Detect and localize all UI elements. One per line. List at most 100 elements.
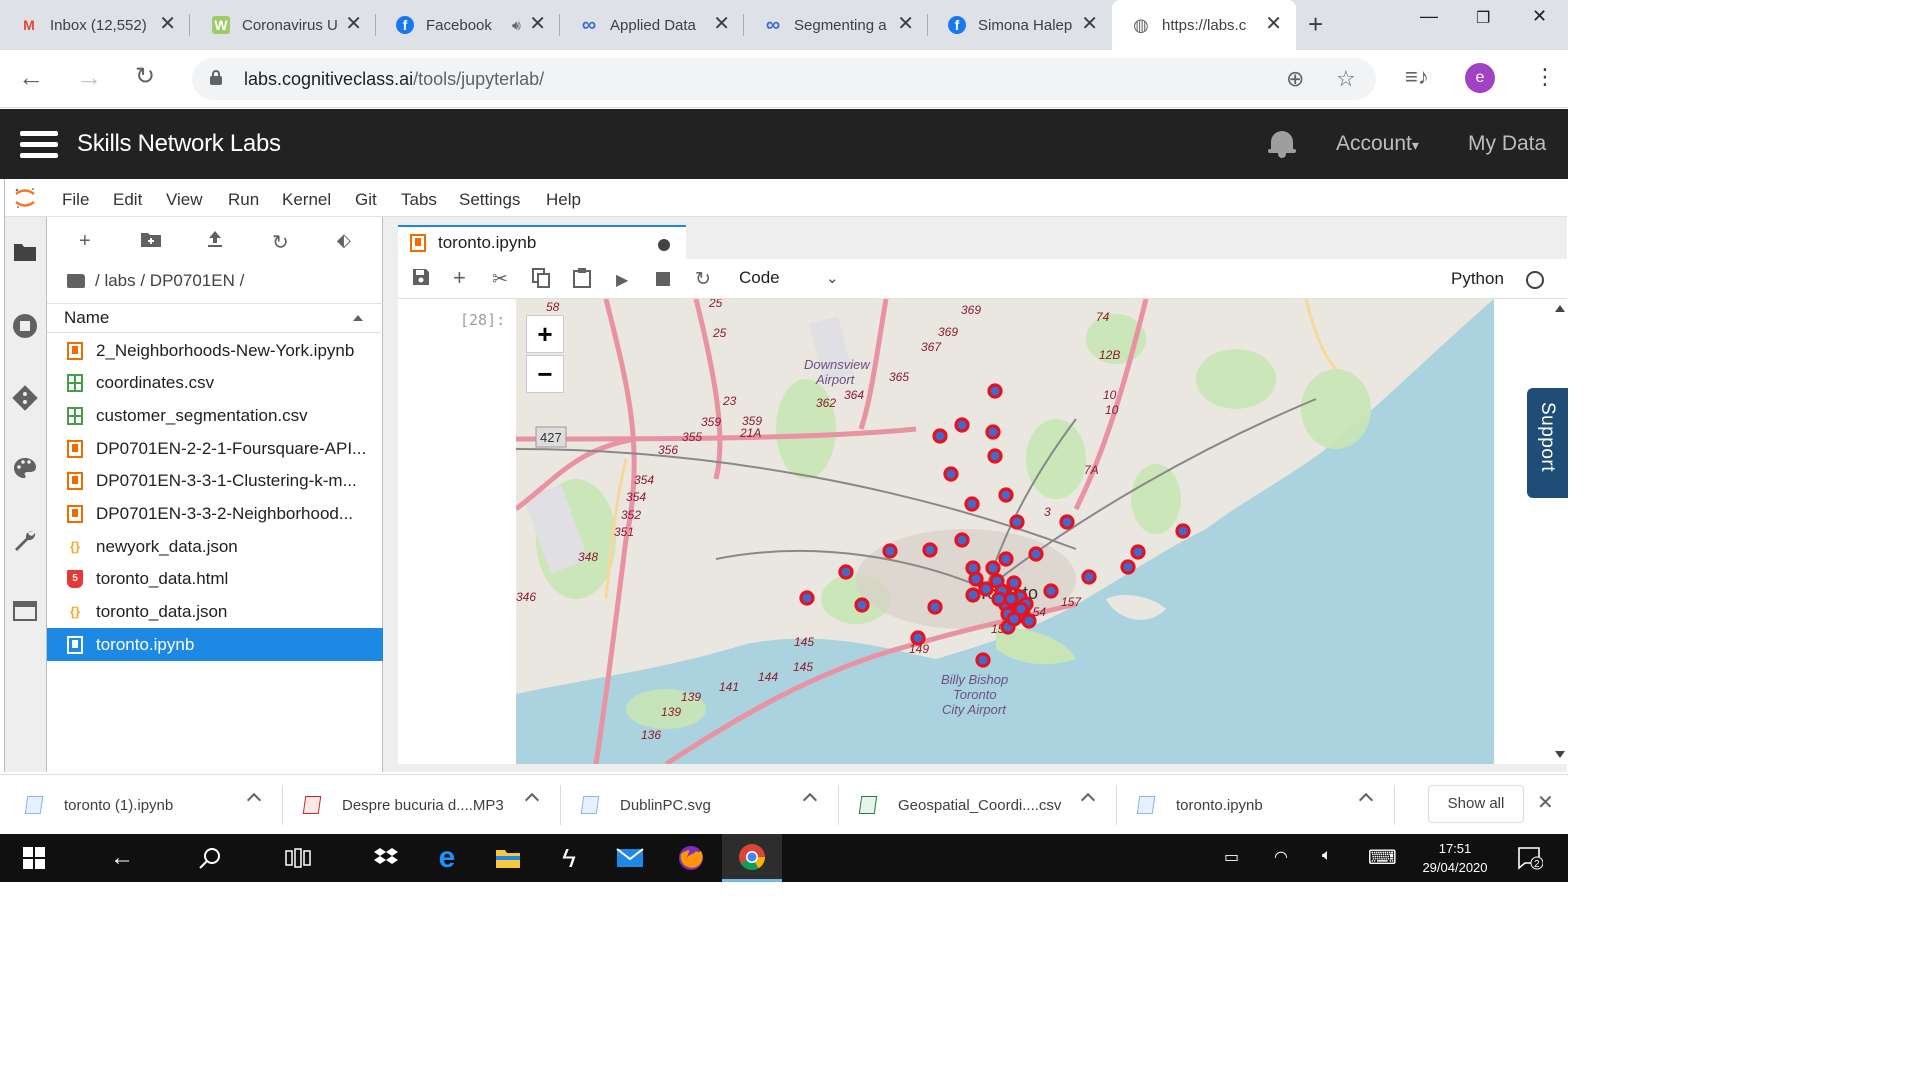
palette-icon[interactable]	[12, 457, 38, 483]
neighborhood-marker[interactable]	[882, 543, 898, 559]
chevron-up-icon[interactable]	[524, 792, 540, 808]
neighborhood-marker[interactable]	[968, 571, 984, 587]
run-cell-icon[interactable]: ▶	[616, 270, 628, 290]
show-all-downloads-button[interactable]: Show all	[1428, 785, 1524, 823]
close-shelf-icon[interactable]: ✕	[1537, 790, 1554, 815]
menu-view[interactable]: View	[166, 190, 203, 210]
new-launcher-icon[interactable]: +	[79, 230, 91, 253]
profile-avatar[interactable]: e	[1465, 63, 1495, 93]
paste-icon[interactable]	[573, 268, 591, 294]
neighborhood-marker[interactable]	[838, 564, 854, 580]
menu-kernel[interactable]: Kernel	[282, 190, 331, 210]
restart-kernel-icon[interactable]: ↻	[695, 268, 711, 291]
scroll-down-icon[interactable]	[1555, 751, 1565, 758]
neighborhood-marker[interactable]	[978, 581, 994, 597]
breadcrumb-path[interactable]: / labs / DP0701EN /	[95, 271, 244, 291]
file-row[interactable]: {} newyork_data.json	[47, 530, 383, 563]
chrome-taskbar-icon[interactable]	[722, 834, 782, 882]
notebook-scrollbar[interactable]	[1551, 299, 1567, 764]
close-tab-icon[interactable]: ✕	[713, 14, 730, 34]
chevron-down-icon[interactable]: ⌄	[826, 269, 839, 287]
zoom-icon[interactable]: ⊕	[1286, 66, 1304, 92]
my-data-link[interactable]: My Data	[1468, 132, 1546, 156]
chevron-up-icon[interactable]	[246, 792, 262, 808]
neighborhood-marker[interactable]	[922, 542, 938, 558]
neighborhood-marker[interactable]	[1059, 514, 1075, 530]
neighborhood-marker[interactable]	[1175, 523, 1191, 539]
download-item[interactable]: Despre bucuria d....MP3	[302, 775, 561, 835]
back-icon[interactable]: ←	[18, 62, 44, 92]
unsaved-indicator-icon[interactable]	[658, 239, 670, 251]
neighborhood-marker[interactable]	[954, 417, 970, 433]
neighborhood-marker[interactable]	[943, 466, 959, 482]
neighborhood-marker[interactable]	[1043, 583, 1059, 599]
speaker-icon[interactable]: 🔊︎	[512, 17, 521, 34]
firefox-icon[interactable]	[661, 834, 721, 882]
site-title[interactable]: Skills Network Labs	[77, 130, 281, 158]
neighborhood-marker[interactable]	[1006, 611, 1022, 627]
neighborhood-marker[interactable]	[1028, 546, 1044, 562]
neighborhood-marker[interactable]	[987, 383, 1003, 399]
chrome-menu-icon[interactable]: ⋮	[1534, 64, 1556, 90]
close-tab-icon[interactable]: ✕	[1081, 14, 1098, 34]
task-view-icon[interactable]	[268, 834, 328, 882]
neighborhood-marker[interactable]	[1009, 514, 1025, 530]
scroll-up-icon[interactable]	[1555, 305, 1565, 312]
close-tab-icon[interactable]: ✕	[345, 14, 362, 34]
restore-icon[interactable]: ❐	[1476, 8, 1490, 28]
account-menu[interactable]: Account▾	[1336, 132, 1419, 156]
browser-tab-segmenting[interactable]: ∞ Segmenting a ✕	[744, 0, 928, 50]
file-row[interactable]: coordinates.csv	[47, 367, 383, 400]
folder-icon[interactable]	[12, 241, 38, 267]
new-tab-button[interactable]: +	[1308, 10, 1323, 38]
tabs-icon[interactable]	[12, 601, 38, 627]
chevron-up-icon[interactable]	[1358, 792, 1374, 808]
file-row[interactable]: toronto.ipynb	[47, 628, 383, 662]
neighborhood-marker[interactable]	[799, 590, 815, 606]
neighborhood-marker[interactable]	[991, 591, 1007, 607]
upload-icon[interactable]	[207, 230, 223, 254]
close-window-icon[interactable]: ✕	[1532, 6, 1547, 27]
volume-icon[interactable]: 🔈︎	[1322, 847, 1332, 865]
app-bolt-icon[interactable]: ϟ	[539, 834, 599, 882]
edge-browser-icon[interactable]: e	[417, 834, 477, 882]
browser-tab-simona-halep[interactable]: f Simona Halep ✕	[928, 0, 1112, 50]
sort-ascending-icon[interactable]	[353, 315, 363, 321]
file-row[interactable]: 5 toronto_data.html	[47, 563, 383, 596]
download-item[interactable]: toronto (1).ipynb	[24, 775, 283, 835]
cut-icon[interactable]: ✂	[492, 268, 508, 291]
download-item[interactable]: toronto.ipynb	[1136, 775, 1395, 835]
zoom-out-button[interactable]: −	[526, 355, 564, 393]
neighborhood-marker[interactable]	[975, 652, 991, 668]
file-row[interactable]: DP0701EN-3-3-2-Neighborhood...	[47, 498, 383, 531]
save-icon[interactable]	[412, 268, 430, 292]
file-row[interactable]: customer_segmentation.csv	[47, 399, 383, 432]
close-tab-icon[interactable]: ✕	[529, 14, 546, 34]
support-button[interactable]: Support	[1527, 388, 1568, 498]
menu-git[interactable]: Git	[355, 190, 377, 210]
neighborhood-marker[interactable]	[954, 532, 970, 548]
battery-icon[interactable]: ▭	[1224, 847, 1239, 867]
media-control-icon[interactable]: ≡♪	[1405, 64, 1429, 90]
notification-bell-icon[interactable]	[1268, 129, 1296, 159]
browser-tab-gmail[interactable]: M Inbox (12,552) ✕	[0, 0, 190, 50]
chevron-up-icon[interactable]	[802, 792, 818, 808]
menu-run[interactable]: Run	[228, 190, 259, 210]
menu-file[interactable]: File	[62, 190, 89, 210]
windows-start-icon[interactable]	[4, 834, 64, 882]
neighborhood-marker[interactable]	[854, 597, 870, 613]
minimize-icon[interactable]: —	[1420, 6, 1438, 27]
menu-edit[interactable]: Edit	[113, 190, 142, 210]
neighborhood-marker[interactable]	[965, 587, 981, 603]
wrench-icon[interactable]	[12, 529, 38, 555]
menu-help[interactable]: Help	[546, 190, 581, 210]
neighborhood-marker[interactable]	[987, 448, 1003, 464]
new-folder-icon[interactable]	[141, 230, 161, 253]
neighborhood-marker[interactable]	[1081, 569, 1097, 585]
zoom-in-button[interactable]: +	[526, 315, 564, 353]
back-arrow-icon[interactable]: ←	[92, 834, 152, 882]
stop-kernel-icon[interactable]	[656, 270, 670, 292]
dropbox-icon[interactable]	[356, 834, 416, 882]
chevron-up-icon[interactable]	[1080, 792, 1096, 808]
copy-icon[interactable]	[532, 268, 550, 294]
